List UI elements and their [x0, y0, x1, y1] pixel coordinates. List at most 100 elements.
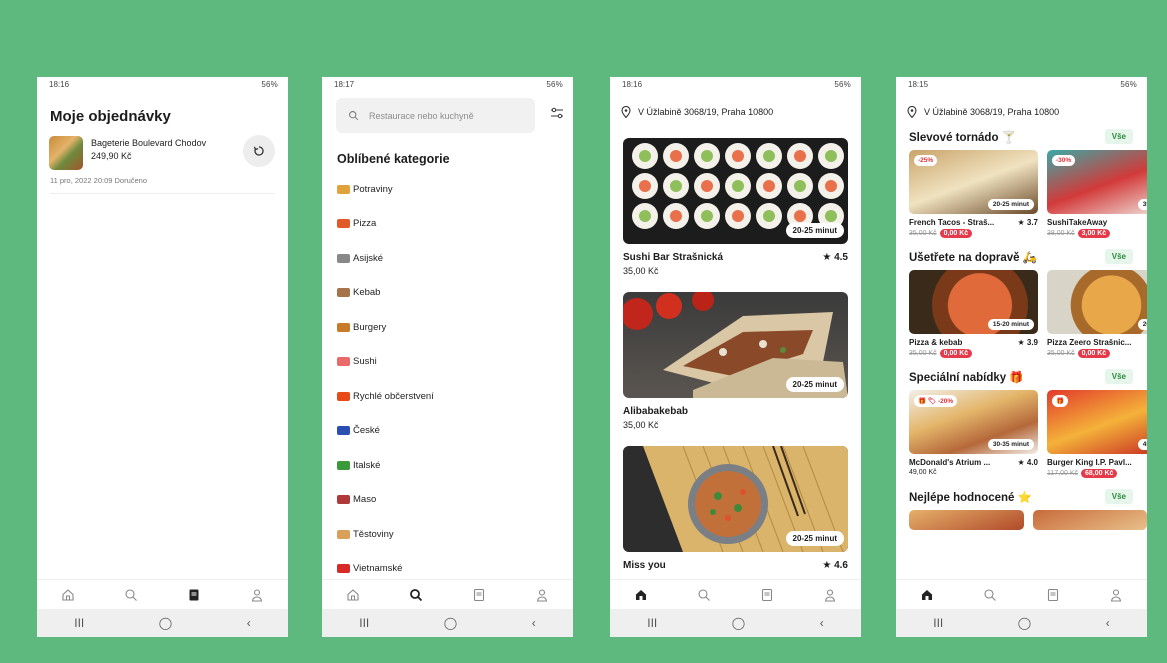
restaurant-card[interactable]: 🎁 45-50 m Burger King I.P. Pavl... 117,00 K… — [1047, 390, 1147, 478]
category-item[interactable]: Asijské — [337, 241, 573, 276]
filter-icon — [551, 107, 563, 119]
profile-icon — [536, 588, 547, 602]
restaurant-name: SushiTakeAway — [1047, 218, 1108, 227]
orders-screen: 18:16 56% Moje objednávky Bageterie Boul… — [37, 77, 288, 637]
address-selector[interactable]: V Úžlabině 3068/19, Praha 10800 — [610, 91, 861, 118]
restaurant-name: Pizza Zeero Strašnic... — [1047, 338, 1132, 347]
eta-badge: 35-40 m — [1137, 199, 1147, 210]
category-item[interactable]: Potraviny — [337, 172, 573, 207]
home-button[interactable]: ◯ — [444, 616, 457, 630]
category-icon — [337, 495, 350, 505]
restaurant-name: Burger King I.P. Pavl... — [1047, 458, 1132, 467]
bottom-nav — [896, 579, 1147, 609]
category-item[interactable]: České — [337, 414, 573, 449]
location-pin-icon — [907, 106, 917, 118]
see-all-button[interactable]: Vše — [1104, 489, 1133, 504]
eta-badge: 45-50 m — [1137, 439, 1147, 450]
back-button[interactable]: ‹ — [532, 616, 536, 630]
home-button[interactable]: ◯ — [159, 616, 172, 630]
nav-orders[interactable] — [755, 583, 779, 607]
address-selector[interactable]: V Úžlabině 3068/19, Praha 10800 — [896, 91, 1147, 118]
restaurant-card[interactable]: 15-20 minut Pizza & kebab ★ 3.9 35,00 Kč 0,0… — [909, 270, 1038, 358]
search-placeholder: Restaurace nebo kuchyně — [369, 110, 474, 121]
discount-badge: 🎁 — [1052, 395, 1069, 407]
category-item[interactable]: Těstoviny — [337, 517, 573, 552]
reorder-button[interactable] — [243, 135, 275, 167]
category-icon — [337, 460, 350, 470]
category-item[interactable]: Burgery — [337, 310, 573, 345]
order-thumbnail — [49, 136, 83, 170]
nav-search[interactable] — [692, 583, 716, 607]
nav-profile[interactable] — [1104, 583, 1128, 607]
status-bar: 18:16 56% — [37, 77, 288, 91]
profile-icon — [1110, 588, 1121, 602]
recents-button[interactable]: III — [359, 616, 369, 630]
category-item[interactable]: Kebab — [337, 276, 573, 311]
divider — [50, 193, 275, 194]
restaurant-card[interactable]: 20-25 m Pizza Zeero Strašnic... 35,00 Kč0,… — [1047, 270, 1147, 358]
filter-button[interactable] — [550, 106, 564, 124]
category-icon — [337, 253, 350, 263]
see-all-button[interactable]: Vše — [1104, 369, 1133, 384]
search-input[interactable]: Restaurace nebo kuchyně — [336, 98, 535, 133]
restaurant-card[interactable]: -30% 35-40 m SushiTakeAway 38,00 Kč3,00 Kč — [1047, 150, 1147, 238]
search-icon — [984, 588, 997, 601]
eta-badge: 20-25 minut — [987, 199, 1034, 210]
section-title: Nejlépe hodnocené ⭐ — [909, 491, 1032, 504]
old-delivery-price: 35,00 Kč — [1047, 350, 1075, 357]
restaurant-card[interactable]: 20-25 minut Miss you ★ 4.6 — [610, 446, 861, 571]
restaurant-name: Alibabakebab — [623, 406, 689, 417]
card-row: 🎁 🏷 -20% 30-35 minut McDonald's Atrium ...… — [896, 384, 1147, 478]
restaurant-image: -25% 20-25 minut — [909, 150, 1038, 214]
nav-home[interactable] — [341, 583, 365, 607]
card-row: 15-20 minut Pizza & kebab ★ 3.9 35,00 Kč 0,0… — [896, 264, 1147, 358]
order-price: 249,90 Kč — [91, 151, 132, 161]
search-screen: 18:17 56% Restaurace nebo kuchyně Oblíbe… — [322, 77, 573, 637]
category-label: Sushi — [353, 356, 377, 368]
category-item[interactable]: Sushi — [337, 345, 573, 380]
nav-home[interactable] — [629, 583, 653, 607]
nav-orders[interactable] — [1041, 583, 1065, 607]
category-label: Burgery — [353, 321, 387, 333]
nav-home[interactable] — [56, 583, 80, 607]
restaurant-card[interactable]: -25% 20-25 minut French Tacos - Straš... ★ … — [909, 150, 1038, 238]
restaurant-rating: ★ 4.5 — [822, 252, 848, 263]
restaurant-card[interactable]: 20-25 minut Alibabakebab 35,00 Kč — [610, 292, 861, 430]
section-header: Nejlépe hodnocené ⭐ Vše — [896, 489, 1147, 504]
address-text: V Úžlabině 3068/19, Praha 10800 — [924, 107, 1060, 117]
see-all-button[interactable]: Vše — [1104, 249, 1133, 264]
nav-search[interactable] — [404, 583, 428, 607]
restaurant-card[interactable]: 🎁 🏷 -20% 30-35 minut McDonald's Atrium ...… — [909, 390, 1038, 478]
restaurant-image — [1032, 510, 1147, 530]
nav-profile[interactable] — [245, 583, 269, 607]
order-item[interactable]: Bageterie Boulevard Chodov 249,90 Kč — [37, 125, 288, 170]
recents-button[interactable]: III — [74, 616, 84, 630]
home-button[interactable]: ◯ — [732, 616, 745, 630]
back-button[interactable]: ‹ — [820, 616, 824, 630]
nav-home[interactable] — [915, 583, 939, 607]
category-item[interactable]: Maso — [337, 483, 573, 518]
delivery-price: 35,00 Kč — [623, 420, 659, 430]
system-nav: III ◯ ‹ — [37, 609, 288, 637]
home-offers-screen: 18:15 56% V Úžlabině 3068/19, Praha 1080… — [896, 77, 1147, 637]
restaurant-rating: ★ 4.0 — [1017, 458, 1038, 467]
category-item[interactable]: Italské — [337, 448, 573, 483]
back-button[interactable]: ‹ — [247, 616, 251, 630]
category-icon — [337, 564, 350, 574]
recents-button[interactable]: III — [933, 616, 943, 630]
category-item[interactable]: Pizza — [337, 207, 573, 242]
nav-orders[interactable] — [467, 583, 491, 607]
nav-profile[interactable] — [818, 583, 842, 607]
nav-orders[interactable] — [182, 583, 206, 607]
nav-profile[interactable] — [530, 583, 554, 607]
status-time: 18:16 — [622, 79, 643, 89]
nav-search[interactable] — [119, 583, 143, 607]
back-button[interactable]: ‹ — [1106, 616, 1110, 630]
nav-search[interactable] — [978, 583, 1002, 607]
home-button[interactable]: ◯ — [1018, 616, 1031, 630]
recents-button[interactable]: III — [647, 616, 657, 630]
restaurant-card[interactable]: 20-25 minut Sushi Bar Strašnická ★ 4.5 3… — [610, 138, 861, 276]
category-item[interactable]: Rychlé občerstvení — [337, 379, 573, 414]
see-all-button[interactable]: Vše — [1104, 129, 1133, 144]
restaurant-image: -30% 35-40 m — [1047, 150, 1147, 214]
